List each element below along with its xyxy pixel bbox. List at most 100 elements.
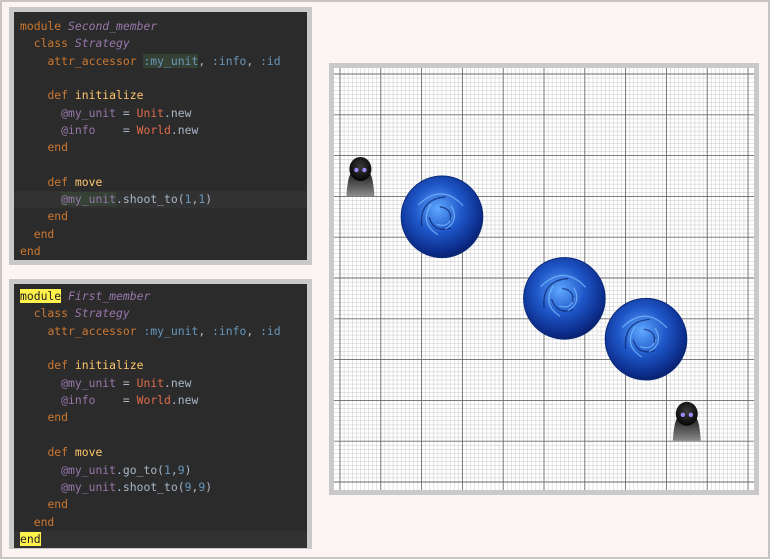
code-token: Unit	[136, 105, 165, 120]
code-token: =	[95, 393, 137, 408]
code-line-text: class Strategy	[20, 305, 130, 322]
code-line[interactable]: @my_unit = Unit.new	[14, 105, 307, 122]
code-token: .new	[164, 375, 192, 390]
energy-orb-icon	[400, 175, 484, 259]
code-line[interactable]: module First_member	[14, 288, 307, 305]
code-line[interactable]: def initialize	[14, 87, 307, 104]
code-line[interactable]: end	[14, 496, 307, 513]
code-token: .shoot_to(	[116, 192, 185, 206]
code-line[interactable]	[14, 427, 307, 444]
code-line[interactable]	[14, 340, 307, 357]
code-line[interactable]: attr_accessor :my_unit, :info, :id	[14, 53, 307, 70]
code-line[interactable]: @my_unit.shoot_to(1,1)	[14, 191, 307, 209]
code-line-text: end	[20, 496, 68, 513]
code-line[interactable]: end	[14, 514, 307, 531]
code-token: .new	[170, 393, 199, 408]
code-token: def	[47, 445, 69, 460]
code-line-text: attr_accessor :my_unit, :info, :id	[20, 323, 280, 340]
code-token: :my_unit	[143, 323, 199, 338]
code-line[interactable]	[14, 156, 307, 173]
code-token: ,	[246, 323, 261, 338]
code-line[interactable]: module Second_member	[14, 18, 307, 35]
code-line[interactable]: class Strategy	[14, 35, 307, 52]
code-line[interactable]	[14, 70, 307, 87]
code-line-text: end	[20, 531, 41, 548]
code-line[interactable]: end	[14, 530, 307, 549]
code-line-text: @my_unit.shoot_to(9,9)	[20, 479, 212, 496]
code-line[interactable]: attr_accessor :my_unit, :info, :id	[14, 323, 307, 340]
code-line[interactable]: def initialize	[14, 357, 307, 374]
code-token: :my_unit	[143, 53, 199, 68]
code-token: .new	[170, 122, 199, 137]
code-token: ,	[246, 53, 261, 68]
code-line-text: end	[20, 139, 68, 156]
code-line[interactable]: end	[14, 208, 307, 225]
code-token: end	[20, 243, 41, 258]
code-line-text: attr_accessor :my_unit, :info, :id	[20, 53, 281, 70]
code-line[interactable]: end	[14, 409, 307, 426]
code-token: end	[33, 226, 55, 241]
code-line-text: def move	[20, 444, 102, 461]
code-line[interactable]: def move	[14, 174, 307, 191]
code-token: attr_accessor	[47, 53, 137, 68]
code-line[interactable]: @info = World.new	[14, 122, 307, 139]
code-line[interactable]: @info = World.new	[14, 392, 307, 409]
code-line-text: end	[20, 514, 55, 531]
code-token: Strategy	[74, 36, 130, 51]
code-line-text: class Strategy	[20, 35, 130, 52]
code-token: .new	[164, 105, 192, 120]
code-line[interactable]: end	[14, 226, 307, 243]
code-line[interactable]: @my_unit.shoot_to(9,9)	[14, 479, 307, 496]
hooded-unit-icon	[346, 157, 375, 196]
code-line[interactable]: def move	[14, 444, 307, 461]
code-token: ,	[198, 53, 213, 68]
code-token: ,	[170, 462, 178, 477]
code-line-text: @info = World.new	[20, 392, 198, 409]
code-line-text: module First_member	[20, 288, 150, 305]
code-token: @my_unit	[61, 375, 117, 390]
code-token: module	[20, 289, 62, 303]
code-token: World	[136, 122, 171, 137]
code-token: :info	[212, 53, 247, 68]
code-token: )	[184, 462, 192, 477]
code-token: Strategy	[74, 306, 130, 321]
code-token: end	[20, 531, 41, 546]
code-token: end	[47, 209, 69, 224]
code-token: end	[47, 410, 69, 425]
code-token: :info	[212, 323, 247, 338]
code-token: World	[136, 393, 171, 408]
code-line[interactable]: end	[14, 243, 307, 260]
code-line[interactable]: @my_unit.go_to(1,9)	[14, 462, 307, 479]
code-token: .shoot_to(	[116, 479, 185, 494]
hooded-unit-icon	[672, 401, 701, 441]
code-token: @my_unit	[61, 105, 117, 120]
code-line-text: @my_unit.shoot_to(1,1)	[20, 191, 212, 208]
code-token: .go_to(	[116, 462, 165, 477]
second-member-code-editor[interactable]: module Second_member class Strategy attr…	[14, 12, 307, 260]
first-member-code-editor[interactable]: module First_member class Strategy attr_…	[14, 284, 307, 549]
code-line[interactable]: class Strategy	[14, 305, 307, 322]
energy-orb-icon	[523, 257, 606, 340]
code-token: @my_unit	[61, 192, 117, 206]
code-line-text: @my_unit = Unit.new	[20, 105, 191, 122]
code-token: @my_unit	[61, 462, 117, 477]
code-line[interactable]: @my_unit = Unit.new	[14, 375, 307, 392]
code-line[interactable]: end	[14, 139, 307, 156]
